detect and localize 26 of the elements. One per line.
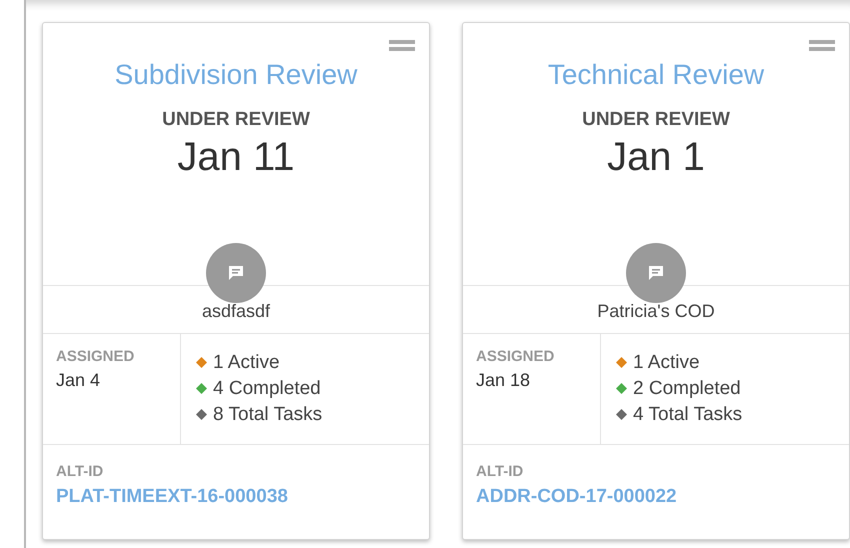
menu-icon[interactable]	[809, 39, 835, 53]
alt-id-link[interactable]: ADDR-COD-17-000022	[476, 486, 836, 508]
task-count: 1 Active	[633, 351, 700, 374]
menu-icon[interactable]	[389, 39, 415, 53]
assigned-label: ASSIGNED	[476, 348, 556, 365]
comment-icon[interactable]	[626, 243, 686, 303]
alt-id-label: ALT-ID	[56, 463, 104, 480]
status-label: UNDER REVIEW	[582, 109, 730, 131]
comment-icon[interactable]	[206, 243, 266, 303]
card-title[interactable]: Subdivision Review	[114, 59, 358, 91]
record-name: Patricia's COD	[597, 301, 715, 322]
task-count: 1 Active	[213, 351, 280, 374]
record-name: asdfasdf	[202, 301, 270, 322]
assigned-date: Jan 18	[476, 370, 532, 391]
assigned-label: ASSIGNED	[56, 348, 136, 365]
task-count: 8 Total Tasks	[213, 403, 322, 426]
alt-id-label: ALT-ID	[476, 463, 524, 480]
task-count: 4 Total Tasks	[633, 403, 742, 426]
due-date: Jan 11	[177, 135, 295, 180]
alt-id-link[interactable]: PLAT-TIMEEXT-16-000038	[56, 486, 416, 508]
card-title[interactable]: Technical Review	[548, 59, 764, 91]
task-count: 4 Completed	[213, 377, 321, 400]
task-count: 2 Completed	[633, 377, 741, 400]
status-label: UNDER REVIEW	[162, 109, 310, 131]
assigned-date: Jan 4	[56, 370, 102, 391]
due-date: Jan 1	[607, 135, 705, 180]
